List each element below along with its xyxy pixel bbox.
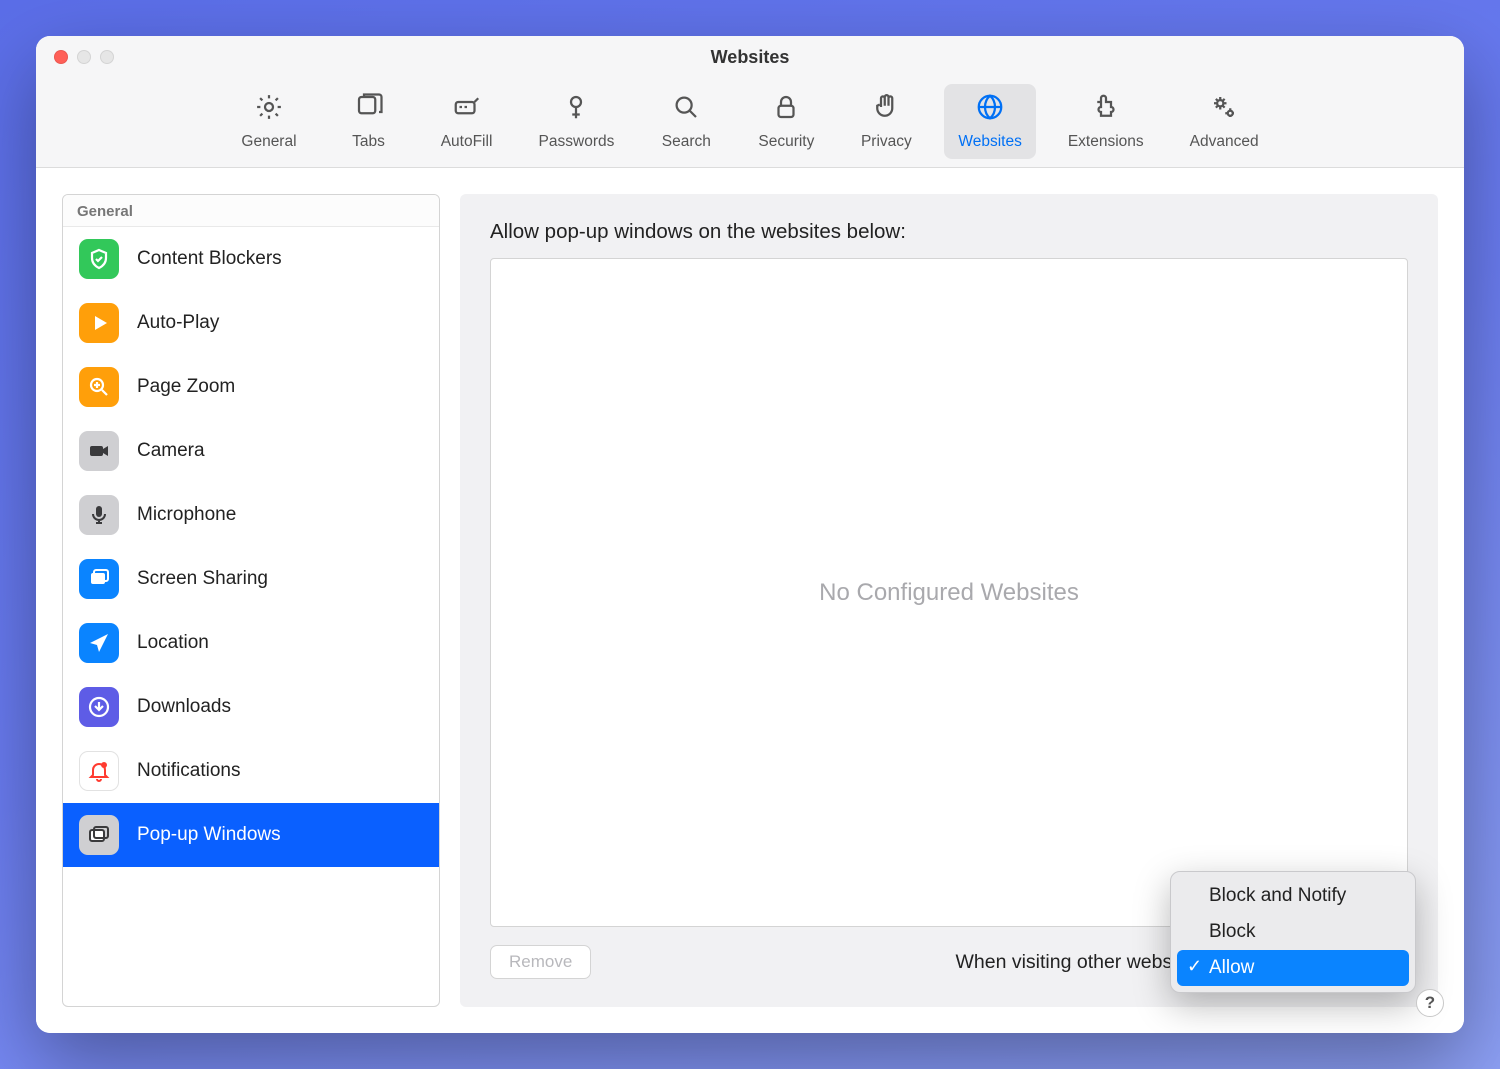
play-icon — [79, 303, 119, 343]
sidebar-item-label: Page Zoom — [137, 376, 235, 398]
tab-extensions[interactable]: Extensions — [1054, 84, 1158, 159]
websites-list[interactable]: No Configured Websites — [490, 258, 1408, 927]
sidebar-item-downloads[interactable]: Downloads — [63, 675, 439, 739]
minimize-window-button[interactable] — [77, 50, 91, 64]
hand-icon — [871, 92, 901, 127]
sidebar-item-label: Pop-up Windows — [137, 824, 281, 846]
help-button[interactable]: ? — [1416, 989, 1444, 1017]
zoom-window-button[interactable] — [100, 50, 114, 64]
empty-state-text: No Configured Websites — [819, 579, 1079, 607]
toolbar: General Tabs AutoFill Passwords — [36, 78, 1464, 168]
shield-check-icon — [79, 239, 119, 279]
remove-button[interactable]: Remove — [490, 945, 591, 979]
tab-label: Search — [662, 133, 711, 151]
tab-label: AutoFill — [441, 133, 493, 151]
window-body: General Content Blockers Auto-Play Page … — [36, 168, 1464, 1033]
tab-label: Privacy — [861, 133, 912, 151]
lock-icon — [771, 92, 801, 127]
gears-icon — [1209, 92, 1239, 127]
tab-label: Advanced — [1190, 133, 1259, 151]
search-icon — [671, 92, 701, 127]
titlebar: Websites — [36, 36, 1464, 78]
option-label: Allow — [1209, 957, 1254, 978]
tab-label: Passwords — [539, 133, 615, 151]
preferences-window: Websites General Tabs AutoFill — [36, 36, 1464, 1033]
zoom-icon — [79, 367, 119, 407]
sidebar-item-label: Auto-Play — [137, 312, 219, 334]
location-arrow-icon — [79, 623, 119, 663]
sidebar-item-screen-sharing[interactable]: Screen Sharing — [63, 547, 439, 611]
help-glyph: ? — [1425, 993, 1435, 1013]
sidebar-item-popup-windows[interactable]: Pop-up Windows — [63, 803, 439, 867]
autofill-icon — [452, 92, 482, 127]
sidebar-item-label: Screen Sharing — [137, 568, 268, 590]
option-block-and-notify[interactable]: Block and Notify — [1177, 878, 1409, 914]
tab-advanced[interactable]: Advanced — [1176, 84, 1273, 159]
puzzle-icon — [1091, 92, 1121, 127]
option-block[interactable]: Block — [1177, 914, 1409, 950]
sidebar-item-camera[interactable]: Camera — [63, 419, 439, 483]
select-popover: Block and Notify Block Allow — [1170, 871, 1416, 993]
globe-icon — [975, 92, 1005, 127]
sidebar-item-label: Camera — [137, 440, 205, 462]
sidebar-item-label: Location — [137, 632, 209, 654]
tab-label: Tabs — [352, 133, 385, 151]
content-pane: Allow pop-up windows on the websites bel… — [460, 194, 1438, 1007]
sidebar-item-microphone[interactable]: Microphone — [63, 483, 439, 547]
tabs-icon — [354, 92, 384, 127]
tab-label: Websites — [958, 133, 1021, 151]
option-label: Block — [1209, 921, 1255, 942]
window-title: Websites — [711, 47, 790, 68]
sidebar-item-label: Downloads — [137, 696, 231, 718]
window-controls — [54, 50, 114, 64]
camera-icon — [79, 431, 119, 471]
sidebar: General Content Blockers Auto-Play Page … — [62, 194, 440, 1007]
tab-tabs[interactable]: Tabs — [329, 84, 409, 159]
microphone-icon — [79, 495, 119, 535]
toolbar-tabs: General Tabs AutoFill Passwords — [227, 84, 1272, 159]
sidebar-item-notifications[interactable]: Notifications — [63, 739, 439, 803]
windows-icon — [79, 815, 119, 855]
tab-passwords[interactable]: Passwords — [525, 84, 629, 159]
content-heading: Allow pop-up windows on the websites bel… — [490, 220, 1408, 244]
sidebar-item-auto-play[interactable]: Auto-Play — [63, 291, 439, 355]
option-allow[interactable]: Allow — [1177, 950, 1409, 986]
tab-websites[interactable]: Websites — [944, 84, 1035, 159]
key-icon — [561, 92, 591, 127]
tab-security[interactable]: Security — [744, 84, 828, 159]
sidebar-item-label: Content Blockers — [137, 248, 282, 270]
sidebar-item-label: Notifications — [137, 760, 241, 782]
screen-sharing-icon — [79, 559, 119, 599]
bell-icon — [79, 751, 119, 791]
option-label: Block and Notify — [1209, 885, 1346, 906]
download-icon — [79, 687, 119, 727]
gear-icon — [254, 92, 284, 127]
tab-label: Security — [758, 133, 814, 151]
sidebar-item-page-zoom[interactable]: Page Zoom — [63, 355, 439, 419]
sidebar-item-content-blockers[interactable]: Content Blockers — [63, 227, 439, 291]
tab-privacy[interactable]: Privacy — [846, 84, 926, 159]
tab-label: General — [241, 133, 296, 151]
tab-autofill[interactable]: AutoFill — [427, 84, 507, 159]
close-window-button[interactable] — [54, 50, 68, 64]
tab-general[interactable]: General — [227, 84, 310, 159]
tab-label: Extensions — [1068, 133, 1144, 151]
sidebar-item-label: Microphone — [137, 504, 236, 526]
sidebar-item-location[interactable]: Location — [63, 611, 439, 675]
tab-search[interactable]: Search — [646, 84, 726, 159]
sidebar-section-header: General — [63, 195, 439, 227]
